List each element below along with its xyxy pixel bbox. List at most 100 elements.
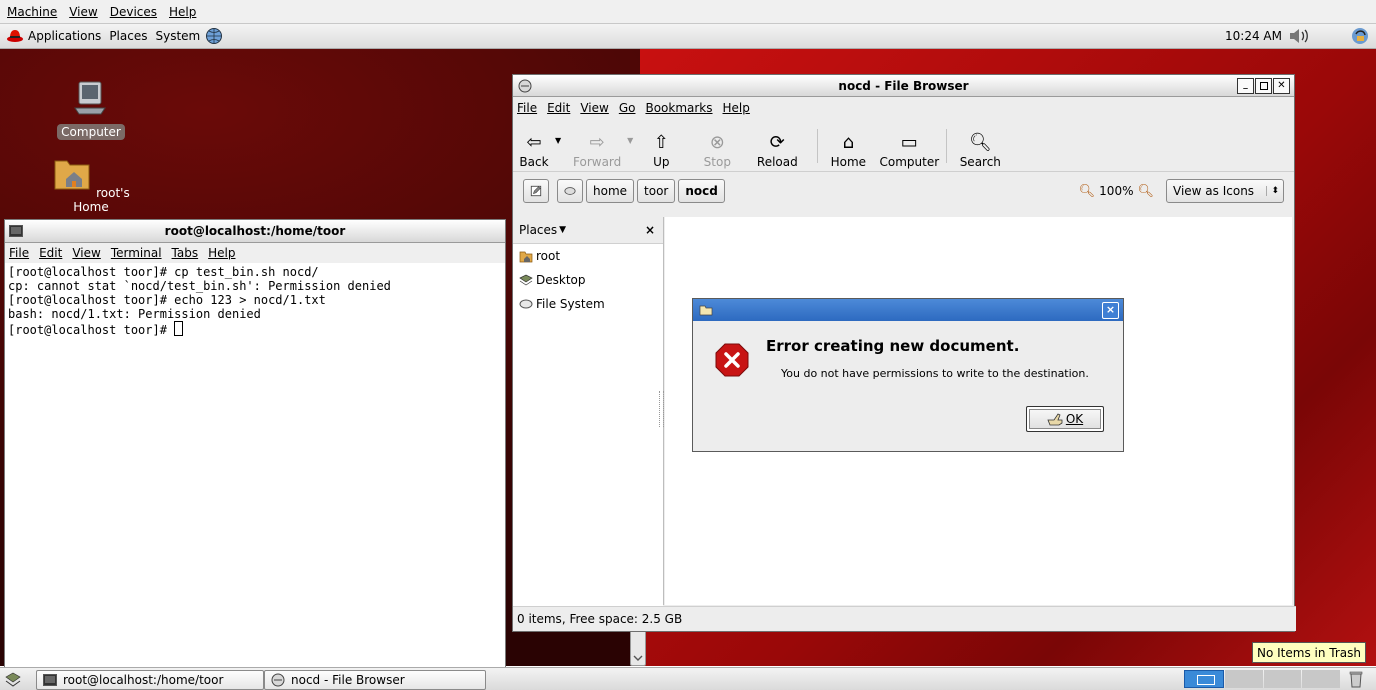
fb-menu-file[interactable]: File bbox=[513, 101, 543, 115]
fb-menu-bookmarks[interactable]: Bookmarks bbox=[641, 101, 718, 115]
up-button[interactable]: ⇧ Up bbox=[641, 123, 681, 170]
place-file-system[interactable]: File System bbox=[513, 292, 663, 316]
top-panel: Applications Places System 10:24 AM bbox=[0, 24, 1376, 49]
show-desktop-icon[interactable] bbox=[5, 671, 21, 687]
vm-menu-machine[interactable]: Machine bbox=[0, 5, 62, 19]
desktop-icon-home[interactable]: root's Home bbox=[36, 153, 146, 214]
terminal-window[interactable]: root@localhost:/home/toor File Edit View… bbox=[4, 219, 506, 668]
taskbar-item-label: nocd - File Browser bbox=[291, 673, 405, 687]
drive-icon bbox=[564, 187, 576, 195]
places-menu[interactable]: Places bbox=[107, 29, 153, 43]
breadcrumb-root[interactable] bbox=[557, 179, 583, 203]
forward-button[interactable]: ⇨ Forward bbox=[571, 123, 623, 170]
places-header-label: Places bbox=[519, 223, 558, 237]
fb-menu-help[interactable]: Help bbox=[719, 101, 756, 115]
stop-button[interactable]: ⊗ Stop bbox=[697, 123, 737, 170]
up-label: Up bbox=[653, 155, 670, 169]
breadcrumb-nocd[interactable]: nocd bbox=[678, 179, 725, 203]
workspace-4[interactable] bbox=[1302, 670, 1340, 688]
zoom-out-icon[interactable]: 🔍︎ bbox=[1079, 184, 1096, 199]
home-folder-icon: ⌂ bbox=[842, 131, 855, 153]
terminal-menu-help-label: Help bbox=[208, 246, 236, 260]
taskbar-item-file-browser[interactable]: nocd - File Browser bbox=[264, 670, 486, 690]
breadcrumb-toor[interactable]: toor bbox=[637, 179, 676, 203]
vm-menu-devices[interactable]: Devices bbox=[103, 5, 162, 19]
reload-button[interactable]: ⟳ Reload bbox=[753, 123, 801, 170]
forward-label: Forward bbox=[573, 155, 622, 169]
terminal-menu-tabs-label: Tabs bbox=[171, 246, 199, 260]
volume-icon[interactable] bbox=[1288, 27, 1310, 45]
back-button[interactable]: ⇦ Back bbox=[517, 123, 551, 170]
terminal-line: [root@localhost toor]# cp test_bin.sh no… bbox=[8, 265, 319, 279]
system-menu[interactable]: System bbox=[153, 27, 229, 45]
clock[interactable]: 10:24 AM bbox=[1225, 29, 1282, 43]
dialog-titlebar[interactable]: × bbox=[693, 299, 1123, 321]
close-button[interactable]: ✕ bbox=[1273, 78, 1290, 94]
terminal-output[interactable]: [root@localhost toor]# cp test_bin.sh no… bbox=[5, 263, 505, 339]
status-bar: 0 items, Free space: 2.5 GB bbox=[513, 606, 1296, 631]
terminal-menu-edit[interactable]: Edit bbox=[35, 246, 68, 260]
fb-menu-edit[interactable]: Edit bbox=[543, 101, 576, 115]
scroll-down-arrow-icon[interactable] bbox=[633, 654, 643, 662]
stop-label: Stop bbox=[703, 155, 731, 169]
taskbar-item-label: root@localhost:/home/toor bbox=[63, 673, 224, 687]
terminal-menu-file[interactable]: File bbox=[5, 246, 35, 260]
dialog-heading: Error creating new document. bbox=[766, 337, 1020, 355]
view-mode-select[interactable]: View as Icons ⬍ bbox=[1166, 179, 1284, 203]
terminal-menu-view[interactable]: View bbox=[68, 246, 106, 260]
zoom-in-icon[interactable]: 🔍︎ bbox=[1137, 184, 1154, 199]
trash-icon[interactable] bbox=[1348, 670, 1364, 688]
terminal-cursor bbox=[174, 321, 184, 336]
close-sidebar-icon[interactable]: × bbox=[645, 223, 655, 237]
workspace-switcher[interactable] bbox=[1184, 670, 1340, 688]
computer-button[interactable]: ▭ Computer bbox=[876, 123, 942, 170]
place-desktop[interactable]: Desktop bbox=[513, 268, 663, 292]
file-browser-titlebar[interactable]: nocd - File Browser _ ✕ bbox=[513, 75, 1294, 97]
fb-menu-view[interactable]: View bbox=[576, 101, 614, 115]
toolbar-separator bbox=[817, 129, 819, 163]
terminal-titlebar[interactable]: root@localhost:/home/toor bbox=[5, 220, 505, 243]
workspace-3[interactable] bbox=[1263, 670, 1302, 688]
vm-menu-help[interactable]: Help bbox=[162, 5, 201, 19]
terminal-menu-tabs[interactable]: Tabs bbox=[168, 246, 205, 260]
reload-label: Reload bbox=[756, 155, 798, 169]
fb-menu-go-label: Go bbox=[618, 101, 636, 115]
zoom-level[interactable]: 100% bbox=[1099, 184, 1133, 198]
breadcrumb-home[interactable]: home bbox=[586, 179, 635, 203]
place-root[interactable]: root bbox=[513, 244, 663, 268]
error-dialog[interactable]: × Error creating new document. You do no… bbox=[692, 298, 1124, 452]
location-edit-toggle[interactable] bbox=[523, 179, 549, 203]
forward-history-dropdown-icon[interactable]: ▼ bbox=[627, 136, 633, 145]
maximize-button[interactable] bbox=[1255, 78, 1272, 94]
places-header[interactable]: Places ▼ × bbox=[513, 217, 663, 244]
pane-resize-handle[interactable] bbox=[659, 391, 664, 427]
applications-label: Applications bbox=[28, 29, 102, 43]
search-label: Search bbox=[959, 155, 1001, 169]
file-browser-app-icon bbox=[271, 673, 285, 687]
desktop-icon-computer[interactable]: Computer bbox=[36, 78, 146, 140]
folder-icon bbox=[699, 305, 713, 316]
home-button[interactable]: ⌂ Home bbox=[826, 123, 870, 170]
terminal-scrollbar[interactable] bbox=[630, 630, 646, 666]
dialog-message: You do not have permissions to write to … bbox=[781, 367, 1089, 380]
file-browser-title: nocd - File Browser bbox=[838, 78, 969, 93]
back-history-dropdown-icon[interactable]: ▼ bbox=[555, 136, 561, 145]
update-notifier-icon[interactable] bbox=[1350, 26, 1370, 46]
terminal-menu-terminal[interactable]: Terminal bbox=[107, 246, 168, 260]
home-label: Home bbox=[830, 155, 867, 169]
dialog-close-button[interactable]: × bbox=[1102, 302, 1119, 319]
minimize-button[interactable]: _ bbox=[1237, 78, 1254, 94]
view-mode-value: View as Icons bbox=[1173, 184, 1255, 198]
taskbar-item-terminal[interactable]: root@localhost:/home/toor bbox=[36, 670, 264, 690]
computer-label: Computer bbox=[879, 155, 940, 169]
applications-menu[interactable]: Applications bbox=[0, 28, 107, 44]
place-label: root bbox=[536, 249, 561, 263]
search-button[interactable]: 🔍︎ Search bbox=[955, 123, 1005, 170]
status-text: 0 items, Free space: 2.5 GB bbox=[517, 612, 683, 626]
fb-menu-go[interactable]: Go bbox=[615, 101, 642, 115]
workspace-1[interactable] bbox=[1184, 670, 1224, 688]
terminal-menu-help[interactable]: Help bbox=[204, 246, 241, 260]
ok-button[interactable]: OK bbox=[1026, 406, 1104, 432]
vm-menu-view[interactable]: View bbox=[62, 5, 102, 19]
workspace-2[interactable] bbox=[1224, 670, 1263, 688]
